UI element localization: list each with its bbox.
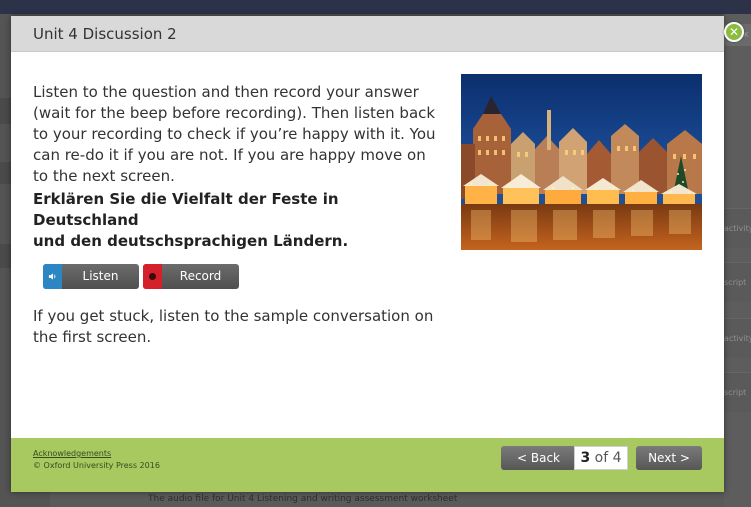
christmas-market-photo: [461, 74, 702, 250]
hint-line: If you get stuck, listen to the sample c…: [33, 307, 434, 325]
speaker-icon: [48, 273, 56, 280]
background-right-column: [724, 14, 751, 507]
listen-label: Listen: [82, 269, 119, 283]
hint-text: If you get stuck, listen to the sample c…: [33, 306, 443, 348]
listen-button[interactable]: Listen: [43, 264, 139, 289]
instructions-line: Listen to the question and then record y…: [33, 83, 419, 101]
acknowledgements-link[interactable]: Acknowledgements: [33, 449, 111, 458]
background-side-item: script: [724, 262, 751, 302]
background-side-item: script: [724, 372, 751, 412]
question-line: und den deutschsprachigen Ländern.: [33, 232, 349, 250]
background-side-item: activity: [724, 208, 751, 248]
record-icon: [149, 273, 156, 280]
close-icon: ✕: [728, 25, 740, 39]
background-left-bar: [0, 244, 11, 268]
background-top-bar: [0, 0, 751, 14]
close-button[interactable]: ✕: [724, 22, 744, 42]
record-label: Record: [179, 269, 222, 283]
record-icon-box: [143, 264, 162, 289]
hint-line: the first screen.: [33, 328, 152, 346]
copyright-text: © Oxford University Press 2016: [33, 461, 160, 470]
page-indicator: 3 of 4: [574, 446, 628, 470]
instructions-line: (wait for the beep before recording). Th…: [33, 104, 436, 122]
instructions-text: Listen to the question and then record y…: [33, 82, 443, 187]
page-total: of 4: [594, 450, 622, 466]
audio-controls: Listen Record: [43, 264, 443, 289]
instructions-line: can re-do it if you are not. If you are …: [33, 146, 426, 164]
back-button[interactable]: < Back: [501, 446, 576, 470]
modal-header: Unit 4 Discussion 2: [11, 16, 724, 52]
modal-title: Unit 4 Discussion 2: [33, 25, 177, 43]
discussion-modal: Unit 4 Discussion 2 ✕ Listen to the ques…: [11, 16, 744, 492]
background-side-item: activity: [724, 318, 751, 358]
page-current: 3: [580, 450, 591, 466]
background-left-bar: [0, 98, 11, 124]
modal-content: Listen to the question and then record y…: [33, 82, 443, 348]
next-button[interactable]: Next >: [636, 446, 702, 470]
background-bottom-text: The audio file for Unit 4 Listening and …: [148, 494, 458, 504]
background-left-bar: [0, 162, 11, 184]
question-text: Erklären Sie die Vielfalt der Feste in D…: [33, 189, 443, 252]
modal-footer: Acknowledgements © Oxford University Pre…: [11, 438, 724, 492]
instructions-line: to your recording to check if you’re hap…: [33, 125, 436, 143]
record-button[interactable]: Record: [143, 264, 239, 289]
question-line: Erklären Sie die Vielfalt der Feste in D…: [33, 190, 339, 229]
listen-icon-box: [43, 264, 62, 289]
instructions-line: to the next screen.: [33, 167, 175, 185]
